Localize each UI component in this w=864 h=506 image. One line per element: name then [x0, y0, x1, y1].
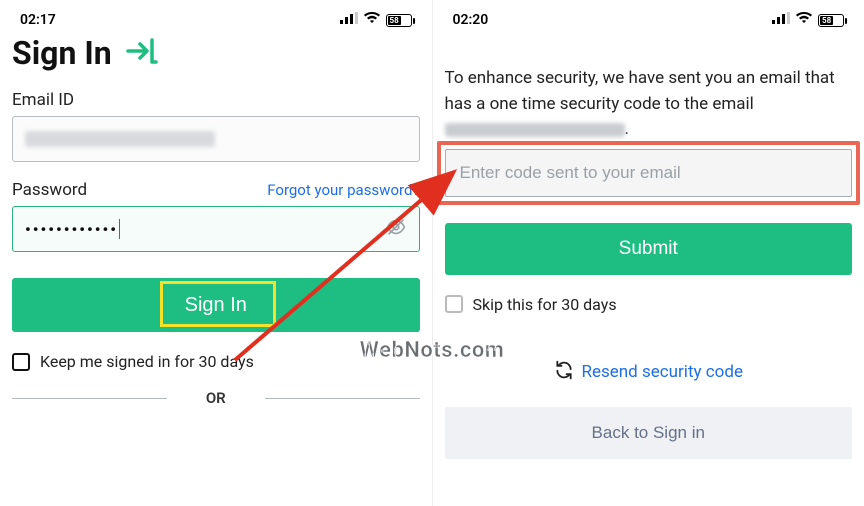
or-divider: OR — [12, 389, 420, 407]
wifi-icon — [364, 12, 380, 28]
forgot-password-link[interactable]: Forgot your password? — [267, 181, 419, 199]
back-to-signin-button[interactable]: Back to Sign in — [445, 407, 853, 459]
signin-button[interactable]: Sign In — [12, 278, 420, 332]
submit-button[interactable]: Submit — [445, 223, 853, 275]
submit-button-label: Submit — [619, 238, 678, 260]
email-value-redacted — [25, 131, 215, 147]
status-time: 02:17 — [20, 12, 56, 28]
email-field[interactable] — [12, 116, 420, 162]
checkbox-unchecked-icon[interactable] — [445, 295, 463, 313]
password-value-masked: •••••••••••• — [25, 220, 118, 239]
keep-signed-checkbox-row[interactable]: Keep me signed in for 30 days — [12, 352, 420, 371]
resend-label: Resend security code — [582, 362, 743, 382]
checkbox-unchecked-icon[interactable] — [12, 353, 30, 371]
password-label: Password — [12, 180, 87, 200]
security-description: To enhance security, we have sent you an… — [445, 66, 853, 143]
battery-icon: 58 — [818, 14, 844, 27]
email-redacted — [445, 123, 625, 137]
keep-signed-label: Keep me signed in for 30 days — [40, 352, 254, 371]
status-bar: 02:17 58 — [12, 10, 420, 34]
security-code-screen: 02:20 58 To enhance security, we have se… — [433, 0, 864, 506]
battery-icon: 58 — [386, 14, 412, 27]
status-time: 02:20 — [453, 12, 489, 28]
wifi-icon — [796, 12, 812, 28]
signin-screen: 02:17 58 Sign In Email ID Password Forgo… — [0, 0, 433, 506]
status-bar: 02:20 58 — [445, 10, 853, 34]
security-code-input[interactable] — [445, 149, 853, 197]
back-button-label: Back to Sign in — [592, 423, 705, 442]
resend-code-link[interactable]: Resend security code — [445, 360, 853, 385]
eye-off-icon[interactable] — [385, 216, 407, 242]
refresh-icon — [554, 360, 574, 385]
skip-checkbox-row[interactable]: Skip this for 30 days — [445, 295, 853, 314]
skip-label: Skip this for 30 days — [473, 295, 617, 314]
page-title: Sign In — [12, 34, 112, 72]
password-field[interactable]: •••••••••••• — [12, 206, 420, 252]
email-label: Email ID — [12, 90, 420, 110]
signin-button-label: Sign In — [185, 294, 247, 317]
signal-icon — [772, 12, 790, 28]
signin-arrow-icon — [126, 37, 160, 69]
signal-icon — [340, 12, 358, 28]
